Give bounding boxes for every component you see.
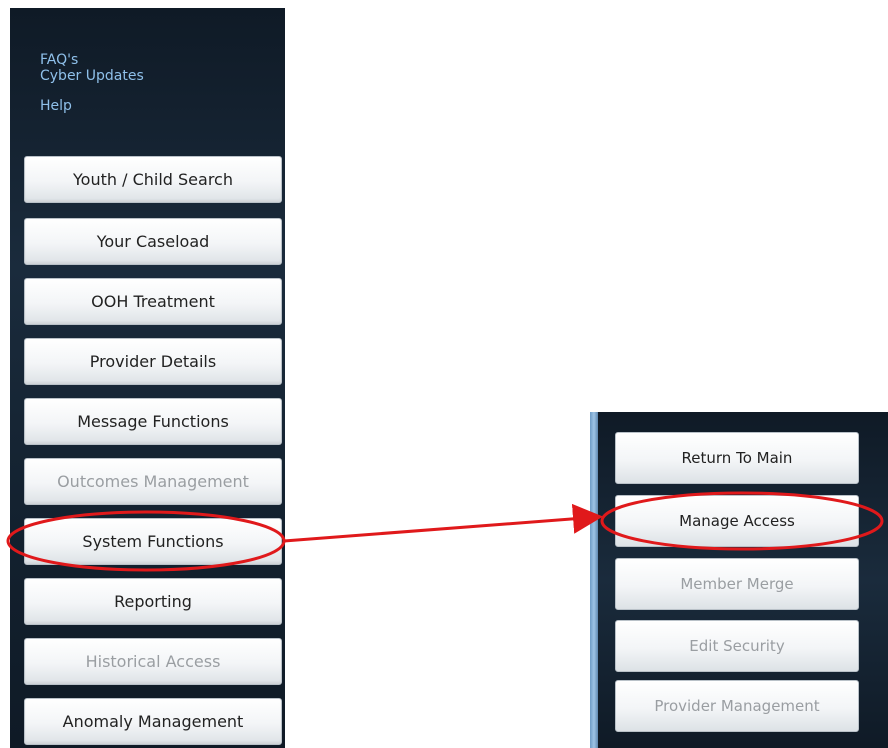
nav-message-functions-button[interactable]: Message Functions xyxy=(24,398,282,445)
cyber-updates-link[interactable]: Cyber Updates xyxy=(40,68,144,84)
nav-your-caseload-button[interactable]: Your Caseload xyxy=(24,218,282,265)
nav-ooh-treatment-button[interactable]: OOH Treatment xyxy=(24,278,282,325)
submenu-member-merge-button: Member Merge xyxy=(615,558,859,610)
help-link[interactable]: Help xyxy=(40,98,144,114)
faq-link[interactable]: FAQ's xyxy=(40,52,144,68)
screenshot-stage: FAQ's Cyber Updates Help Youth / Child S… xyxy=(0,0,888,748)
nav-anomaly-management-button[interactable]: Anomaly Management xyxy=(24,698,282,745)
submenu-provider-management-button: Provider Management xyxy=(615,680,859,732)
panel-edge-stripe xyxy=(590,412,598,748)
annotation-arrow xyxy=(283,503,603,543)
main-nav-panel: FAQ's Cyber Updates Help Youth / Child S… xyxy=(10,8,285,748)
nav-reporting-button[interactable]: Reporting xyxy=(24,578,282,625)
nav-youth-child-search-button[interactable]: Youth / Child Search xyxy=(24,156,282,203)
submenu-manage-access-button[interactable]: Manage Access xyxy=(615,495,859,547)
top-links: FAQ's Cyber Updates Help xyxy=(40,52,144,114)
submenu-return-to-main-button[interactable]: Return To Main xyxy=(615,432,859,484)
submenu-edit-security-button: Edit Security xyxy=(615,620,859,672)
nav-system-functions-button[interactable]: System Functions xyxy=(24,518,282,565)
nav-outcomes-management-button: Outcomes Management xyxy=(24,458,282,505)
system-functions-submenu-panel: Return To Main Manage Access Member Merg… xyxy=(590,412,888,748)
nav-provider-details-button[interactable]: Provider Details xyxy=(24,338,282,385)
nav-historical-access-button: Historical Access xyxy=(24,638,282,685)
